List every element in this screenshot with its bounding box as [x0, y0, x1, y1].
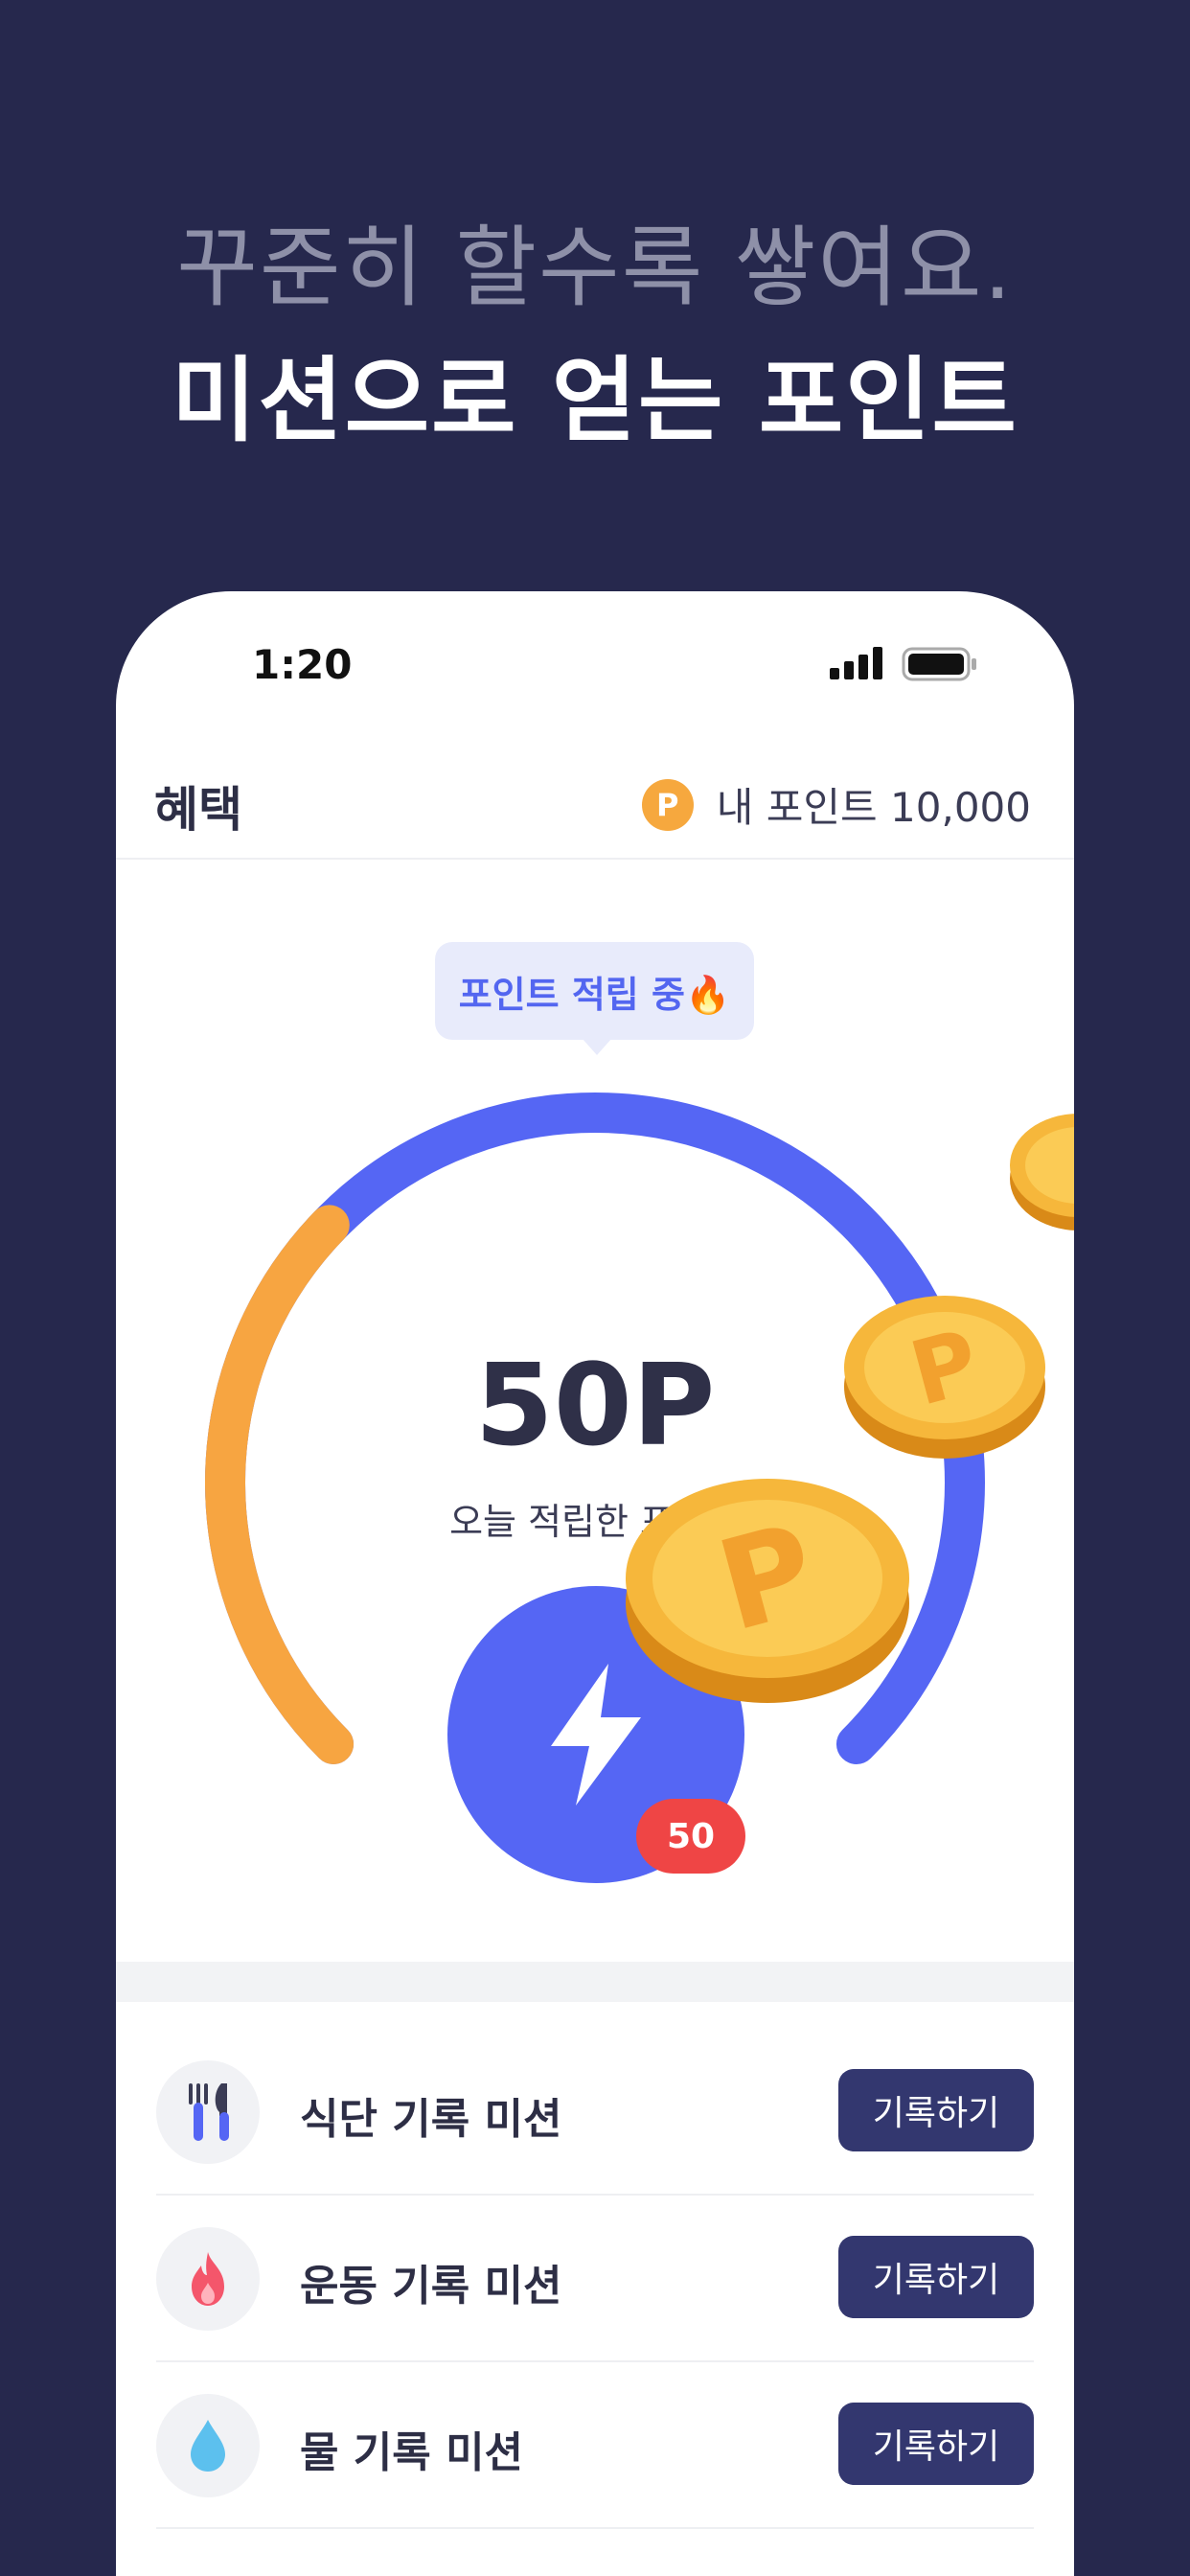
count-badge: 50 [636, 1799, 745, 1874]
promo-subtitle: 꾸준히 할수록 쌓여요. [176, 217, 1014, 319]
record-button[interactable]: 기록하기 [838, 2403, 1034, 2485]
mission-label: 운동 기록 미션 [300, 2262, 562, 2311]
section-divider [116, 1962, 1074, 2002]
mission-item-exercise: 운동 기록 미션 기록하기 [156, 2196, 1034, 2362]
mission-item-water: 물 기록 미션 기록하기 [156, 2362, 1034, 2529]
coin-medium-icon: P [844, 1296, 1045, 1459]
record-button[interactable]: 기록하기 [838, 2069, 1034, 2151]
mission-label: 식단 기록 미션 [300, 2095, 562, 2144]
today-points-caption: 오늘 적립한 포인트 [449, 1501, 741, 1543]
coin-large-icon: P [626, 1479, 909, 1703]
promo-screen: 꾸준히 할수록 쌓여요. 미션으로 얻는 포인트 1:20 혜택 P 내 포인트… [0, 0, 1190, 2576]
mission-item-diet: 식단 기록 미션 기록하기 [156, 2029, 1034, 2196]
fork-knife-icon [156, 2060, 260, 2164]
phone-frame: 1:20 혜택 P 내 포인트 10,000 포인트 적립 중🔥 50P 오늘 … [116, 591, 1074, 2576]
record-button[interactable]: 기록하기 [838, 2236, 1034, 2318]
water-drop-icon [156, 2394, 260, 2497]
gauge-progress-arc [205, 1205, 355, 1764]
promo-title: 미션으로 얻는 포인트 [172, 347, 1018, 454]
mission-label: 물 기록 미션 [300, 2428, 524, 2477]
coin-small-icon [1010, 1114, 1074, 1230]
fire-icon [156, 2227, 260, 2331]
